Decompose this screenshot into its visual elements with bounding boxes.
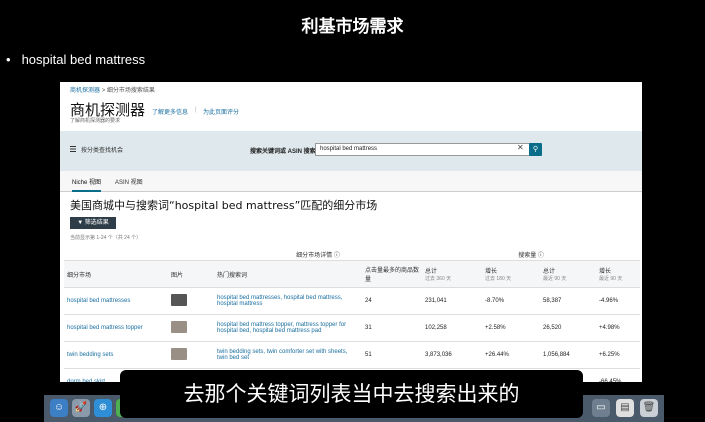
breadcrumb-current: 细分市场搜索结果: [106, 88, 155, 94]
col-growth180-label: 增长: [485, 269, 498, 275]
table-row[interactable]: hospital bed mattresses hospital bed mat…: [64, 287, 641, 315]
category-filter-label: 按分类查找机会: [81, 148, 124, 154]
video-subtitle: 去那个关键词列表当中去搜索出来的: [120, 370, 583, 418]
bullet-dot: •: [6, 52, 11, 67]
niche-link[interactable]: hospital bed mattresses: [64, 287, 168, 315]
col-total90-sub: 最近 90 天: [543, 276, 567, 282]
trash-icon[interactable]: 🗑: [640, 399, 658, 417]
finder-icon[interactable]: ☺: [50, 399, 68, 417]
col-growth180-sub: 过去 180 天: [485, 276, 512, 282]
feedback-link[interactable]: 为此页面评分: [203, 107, 239, 116]
total-90: 26,520: [540, 314, 597, 342]
results-heading: 美国商城中与搜索词“hospital bed mattress”匹配的细分市场: [70, 199, 378, 212]
breadcrumb-root[interactable]: 商机探测器: [70, 88, 100, 94]
search-label: 搜索关键词或 ASIN 搜索: [250, 149, 316, 155]
tab-asin[interactable]: ASIN 视图: [115, 177, 143, 186]
tab-niche[interactable]: Niche 视图: [72, 177, 102, 192]
bullet-line: • hospital bed mattress: [6, 52, 145, 67]
niche-table: 细分市场详情 ⓘ 搜索量 ⓘ 细分市场 图片 热门搜索词 点击量最多的商品数量 …: [64, 248, 641, 382]
divider: |: [195, 107, 197, 113]
growth-90: +4.98%: [596, 314, 641, 342]
growth-180: -8.70%: [482, 287, 541, 315]
keyword-list[interactable]: twin bedding sets, twin comforter set wi…: [214, 341, 362, 369]
results-range: 当前显示第 1-24 个（共 24 个）: [70, 235, 142, 241]
col-total360-sub: 过去 360 天: [425, 276, 452, 282]
keyword-list[interactable]: hospital bed mattress topper, mattress t…: [214, 314, 362, 342]
product-count: 51: [362, 341, 423, 369]
product-thumbnail: [168, 341, 214, 369]
niche-link[interactable]: twin bedding sets: [64, 341, 168, 369]
group-search-header: 搜索量 ⓘ: [422, 248, 641, 261]
total-360: 102,258: [422, 314, 483, 342]
group-details-header: 细分市场详情 ⓘ: [214, 248, 423, 261]
growth-90: -66.45%: [596, 368, 641, 382]
growth-180: +26.44%: [482, 341, 541, 369]
col-total90[interactable]: 总计 最近 90 天: [540, 260, 597, 288]
col-growth90-sub: 最近 90 天: [599, 276, 623, 282]
table-row[interactable]: twin bedding sets twin bedding sets, twi…: [64, 341, 641, 369]
product-thumbnail: [168, 314, 214, 342]
col-niche[interactable]: 细分市场: [64, 260, 168, 288]
screenshot-panel: 商机探测器 > 细分市场搜索结果 商机探测器 了解商机探测器的要求 了解更多信息…: [60, 82, 642, 382]
breadcrumb-sep: >: [101, 88, 106, 94]
category-filter[interactable]: 按分类查找机会: [70, 145, 123, 154]
table-row[interactable]: hospital bed mattress topper hospital be…: [64, 314, 641, 342]
search-icon: ⚲: [532, 146, 539, 153]
niche-link[interactable]: hospital bed mattress topper: [64, 314, 168, 342]
growth-180: +2.58%: [482, 314, 541, 342]
col-total360[interactable]: 总计 过去 360 天: [422, 260, 483, 288]
learn-more-link[interactable]: 了解更多信息: [152, 107, 188, 116]
total-360: 3,873,036: [422, 341, 483, 369]
total-360: 231,041: [422, 287, 483, 315]
product-thumbnail: [168, 287, 214, 315]
col-total90-label: 总计: [543, 269, 556, 275]
col-growth90[interactable]: 增长 最近 90 天: [596, 260, 641, 288]
col-products[interactable]: 点击量最多的商品数量: [362, 260, 423, 288]
product-count: 31: [362, 314, 423, 342]
keyword-list[interactable]: hospital bed mattresses, hospital bed ma…: [214, 287, 362, 315]
total-90: 1,056,884: [540, 341, 597, 369]
col-keywords: 热门搜索词: [214, 260, 362, 288]
safari-icon[interactable]: ⊕: [94, 399, 112, 417]
window-icon[interactable]: ▭: [592, 399, 610, 417]
menu-icon: [70, 146, 76, 154]
col-image: 图片: [168, 260, 214, 288]
bullet-text: hospital bed mattress: [21, 52, 146, 67]
filter-results-label: 筛选结果: [84, 220, 109, 226]
slide-title: 利基市场需求: [301, 17, 404, 37]
document-icon[interactable]: ▤: [616, 399, 634, 417]
total-90: 58,387: [540, 287, 597, 315]
growth-90: +6.25%: [596, 341, 641, 369]
col-growth90-label: 增长: [599, 269, 612, 275]
launchpad-icon[interactable]: 🚀: [72, 399, 90, 417]
growth-90: -4.96%: [596, 287, 641, 315]
breadcrumb: 商机探测器 > 细分市场搜索结果: [70, 85, 155, 94]
clear-icon[interactable]: ✕: [517, 143, 524, 152]
filter-results-button[interactable]: ▼ 筛选结果: [70, 217, 116, 229]
page-subtitle: 了解商机探测器的要求: [70, 118, 121, 124]
col-growth180[interactable]: 增长 过去 180 天: [482, 260, 541, 288]
search-input[interactable]: hospital bed mattress: [315, 143, 535, 156]
search-band: 按分类查找机会 搜索关键词或 ASIN 搜索 hospital bed matt…: [60, 131, 642, 171]
view-tabs: Niche 视图 ASIN 视图: [60, 171, 642, 192]
col-total360-label: 总计: [425, 269, 438, 275]
filter-icon: ▼: [77, 220, 85, 226]
product-count: 24: [362, 287, 423, 315]
search-button[interactable]: ⚲: [529, 143, 542, 156]
